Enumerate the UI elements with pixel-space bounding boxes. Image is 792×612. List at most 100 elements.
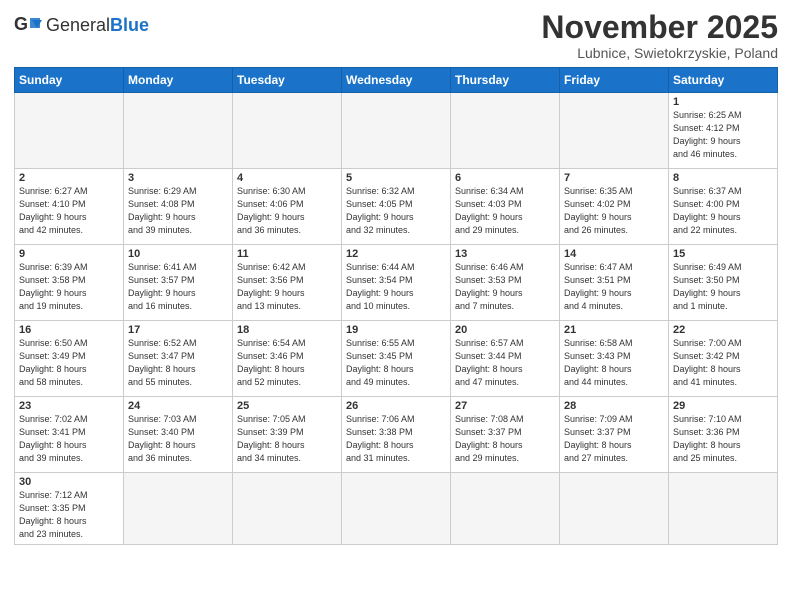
calendar-subtitle: Lubnice, Swietokrzyskie, Poland [541,45,778,61]
logo-text: GeneralBlue [46,16,149,34]
day-number: 18 [237,324,337,336]
day-info: Sunrise: 6:44 AM Sunset: 3:54 PM Dayligh… [346,261,446,313]
day-info: Sunrise: 6:58 AM Sunset: 3:43 PM Dayligh… [564,337,664,389]
table-row: 15Sunrise: 6:49 AM Sunset: 3:50 PM Dayli… [669,245,778,321]
table-row: 5Sunrise: 6:32 AM Sunset: 4:05 PM Daylig… [342,169,451,245]
table-row [342,93,451,169]
day-number: 2 [19,172,119,184]
day-number: 25 [237,400,337,412]
day-number: 8 [673,172,773,184]
table-row: 17Sunrise: 6:52 AM Sunset: 3:47 PM Dayli… [124,321,233,397]
table-row: 16Sunrise: 6:50 AM Sunset: 3:49 PM Dayli… [15,321,124,397]
day-info: Sunrise: 6:47 AM Sunset: 3:51 PM Dayligh… [564,261,664,313]
table-row: 26Sunrise: 7:06 AM Sunset: 3:38 PM Dayli… [342,397,451,473]
table-row: 8Sunrise: 6:37 AM Sunset: 4:00 PM Daylig… [669,169,778,245]
calendar-title: November 2025 [541,10,778,45]
day-number: 15 [673,248,773,260]
table-row: 6Sunrise: 6:34 AM Sunset: 4:03 PM Daylig… [451,169,560,245]
table-row: 2Sunrise: 6:27 AM Sunset: 4:10 PM Daylig… [15,169,124,245]
day-info: Sunrise: 6:54 AM Sunset: 3:46 PM Dayligh… [237,337,337,389]
day-info: Sunrise: 6:27 AM Sunset: 4:10 PM Dayligh… [19,185,119,237]
col-thursday: Thursday [451,68,560,93]
day-info: Sunrise: 6:32 AM Sunset: 4:05 PM Dayligh… [346,185,446,237]
table-row: 25Sunrise: 7:05 AM Sunset: 3:39 PM Dayli… [233,397,342,473]
day-number: 26 [346,400,446,412]
day-number: 24 [128,400,228,412]
table-row [451,473,560,545]
day-number: 23 [19,400,119,412]
day-number: 17 [128,324,228,336]
header: G GeneralBlue November 2025 Lubnice, Swi… [14,10,778,61]
calendar-table: Sunday Monday Tuesday Wednesday Thursday… [14,67,778,545]
table-row [451,93,560,169]
day-info: Sunrise: 7:03 AM Sunset: 3:40 PM Dayligh… [128,413,228,465]
day-info: Sunrise: 6:46 AM Sunset: 3:53 PM Dayligh… [455,261,555,313]
day-info: Sunrise: 6:55 AM Sunset: 3:45 PM Dayligh… [346,337,446,389]
day-info: Sunrise: 6:34 AM Sunset: 4:03 PM Dayligh… [455,185,555,237]
col-sunday: Sunday [15,68,124,93]
table-row: 20Sunrise: 6:57 AM Sunset: 3:44 PM Dayli… [451,321,560,397]
table-row [124,93,233,169]
table-row [233,473,342,545]
table-row [669,473,778,545]
calendar-header-row: Sunday Monday Tuesday Wednesday Thursday… [15,68,778,93]
table-row: 4Sunrise: 6:30 AM Sunset: 4:06 PM Daylig… [233,169,342,245]
col-monday: Monday [124,68,233,93]
calendar-week-row: 2Sunrise: 6:27 AM Sunset: 4:10 PM Daylig… [15,169,778,245]
day-info: Sunrise: 6:29 AM Sunset: 4:08 PM Dayligh… [128,185,228,237]
table-row [15,93,124,169]
day-number: 1 [673,96,773,108]
table-row: 30Sunrise: 7:12 AM Sunset: 3:35 PM Dayli… [15,473,124,545]
table-row: 11Sunrise: 6:42 AM Sunset: 3:56 PM Dayli… [233,245,342,321]
page: G GeneralBlue November 2025 Lubnice, Swi… [0,0,792,555]
table-row: 24Sunrise: 7:03 AM Sunset: 3:40 PM Dayli… [124,397,233,473]
calendar-week-row: 16Sunrise: 6:50 AM Sunset: 3:49 PM Dayli… [15,321,778,397]
day-number: 10 [128,248,228,260]
col-tuesday: Tuesday [233,68,342,93]
day-number: 21 [564,324,664,336]
table-row: 28Sunrise: 7:09 AM Sunset: 3:37 PM Dayli… [560,397,669,473]
day-info: Sunrise: 7:02 AM Sunset: 3:41 PM Dayligh… [19,413,119,465]
day-info: Sunrise: 7:00 AM Sunset: 3:42 PM Dayligh… [673,337,773,389]
table-row: 29Sunrise: 7:10 AM Sunset: 3:36 PM Dayli… [669,397,778,473]
day-number: 29 [673,400,773,412]
day-info: Sunrise: 6:41 AM Sunset: 3:57 PM Dayligh… [128,261,228,313]
table-row [560,93,669,169]
day-info: Sunrise: 7:12 AM Sunset: 3:35 PM Dayligh… [19,489,119,541]
day-info: Sunrise: 6:49 AM Sunset: 3:50 PM Dayligh… [673,261,773,313]
day-info: Sunrise: 6:35 AM Sunset: 4:02 PM Dayligh… [564,185,664,237]
day-info: Sunrise: 6:30 AM Sunset: 4:06 PM Dayligh… [237,185,337,237]
day-number: 28 [564,400,664,412]
col-friday: Friday [560,68,669,93]
day-number: 27 [455,400,555,412]
table-row: 21Sunrise: 6:58 AM Sunset: 3:43 PM Dayli… [560,321,669,397]
day-info: Sunrise: 6:25 AM Sunset: 4:12 PM Dayligh… [673,109,773,161]
table-row: 23Sunrise: 7:02 AM Sunset: 3:41 PM Dayli… [15,397,124,473]
day-number: 6 [455,172,555,184]
day-info: Sunrise: 7:10 AM Sunset: 3:36 PM Dayligh… [673,413,773,465]
day-info: Sunrise: 7:09 AM Sunset: 3:37 PM Dayligh… [564,413,664,465]
day-info: Sunrise: 6:42 AM Sunset: 3:56 PM Dayligh… [237,261,337,313]
day-number: 9 [19,248,119,260]
table-row: 13Sunrise: 6:46 AM Sunset: 3:53 PM Dayli… [451,245,560,321]
table-row: 18Sunrise: 6:54 AM Sunset: 3:46 PM Dayli… [233,321,342,397]
table-row: 12Sunrise: 6:44 AM Sunset: 3:54 PM Dayli… [342,245,451,321]
table-row [233,93,342,169]
table-row: 22Sunrise: 7:00 AM Sunset: 3:42 PM Dayli… [669,321,778,397]
calendar-week-row: 9Sunrise: 6:39 AM Sunset: 3:58 PM Daylig… [15,245,778,321]
col-wednesday: Wednesday [342,68,451,93]
table-row: 9Sunrise: 6:39 AM Sunset: 3:58 PM Daylig… [15,245,124,321]
calendar-week-row: 30Sunrise: 7:12 AM Sunset: 3:35 PM Dayli… [15,473,778,545]
day-number: 12 [346,248,446,260]
day-info: Sunrise: 7:08 AM Sunset: 3:37 PM Dayligh… [455,413,555,465]
title-block: November 2025 Lubnice, Swietokrzyskie, P… [541,10,778,61]
day-number: 16 [19,324,119,336]
day-info: Sunrise: 6:39 AM Sunset: 3:58 PM Dayligh… [19,261,119,313]
table-row [342,473,451,545]
day-info: Sunrise: 7:05 AM Sunset: 3:39 PM Dayligh… [237,413,337,465]
day-number: 22 [673,324,773,336]
day-number: 20 [455,324,555,336]
table-row: 1Sunrise: 6:25 AM Sunset: 4:12 PM Daylig… [669,93,778,169]
day-info: Sunrise: 6:37 AM Sunset: 4:00 PM Dayligh… [673,185,773,237]
table-row: 10Sunrise: 6:41 AM Sunset: 3:57 PM Dayli… [124,245,233,321]
